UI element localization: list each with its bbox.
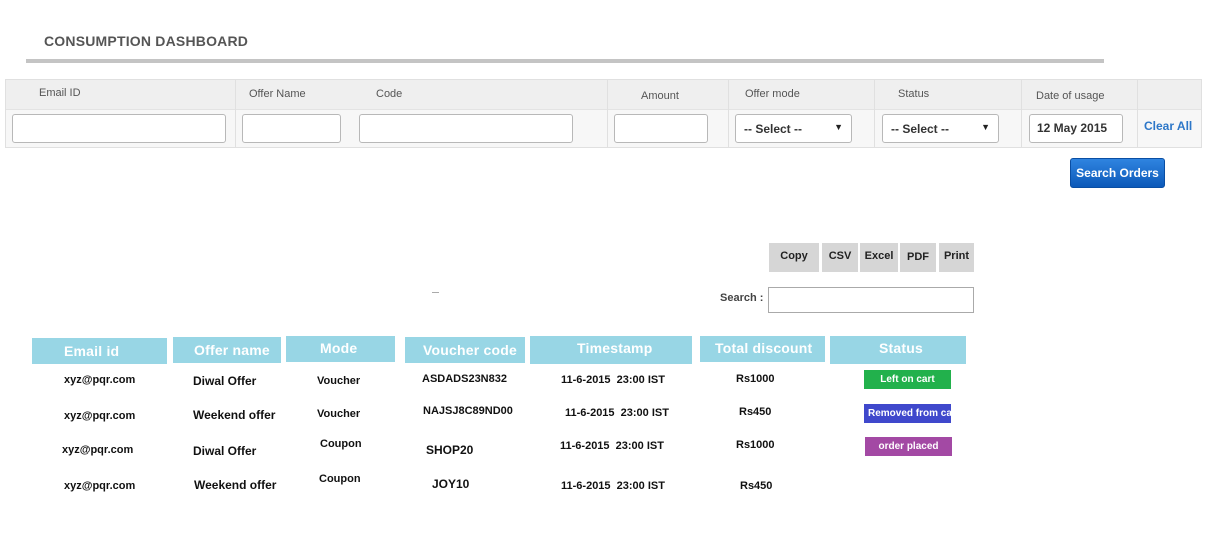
header-total-discount[interactable]: Total discount [700, 336, 825, 362]
status-label: Status [898, 88, 930, 100]
table-search-label: Search : [720, 292, 764, 304]
cell-timestamp: 11-6-2015 23:00 IST [561, 374, 665, 386]
cell-email: xyz@pqr.com [62, 444, 134, 456]
cell-discount: Rs1000 [736, 373, 775, 385]
filter-status-cell: Status -- Select -- ▼ [874, 79, 1022, 148]
offer-name-input[interactable] [242, 114, 341, 143]
divider-mark [432, 292, 439, 293]
table-search-input[interactable] [768, 287, 974, 313]
status-badge: order placed [865, 437, 952, 456]
email-label: Email ID [39, 87, 81, 99]
title-divider [26, 59, 1104, 63]
email-input[interactable] [12, 114, 226, 143]
amount-input[interactable] [614, 114, 708, 143]
date-input[interactable]: 12 May 2015 [1029, 114, 1123, 143]
filter-panel: Email ID Offer Name Code Amount Offer mo… [5, 79, 1202, 148]
chevron-down-icon: ▼ [834, 122, 843, 132]
cell-discount: Rs450 [739, 406, 772, 418]
cell-email: xyz@pqr.com [64, 410, 136, 422]
excel-button[interactable]: Excel [860, 243, 898, 272]
filter-email-cell: Email ID [5, 79, 236, 148]
code-label: Code [376, 88, 403, 100]
copy-button[interactable]: Copy [769, 243, 819, 272]
status-selected: -- Select -- [891, 122, 950, 136]
cell-discount: Rs1000 [736, 439, 775, 451]
filter-clear-cell [1137, 79, 1202, 148]
cell-mode: Coupon [320, 438, 362, 450]
cell-offer: Diwal Offer [193, 374, 257, 388]
cell-code: JOY10 [432, 477, 470, 491]
filter-amount-cell: Amount [607, 79, 729, 148]
amount-label: Amount [641, 90, 679, 102]
chevron-down-icon: ▼ [981, 122, 990, 132]
cell-discount: Rs450 [740, 480, 773, 492]
filter-date-cell: Date of usage 12 May 2015 [1021, 79, 1138, 148]
pdf-button[interactable]: PDF [900, 243, 936, 272]
cell-mode: Voucher [317, 408, 361, 420]
search-orders-button[interactable]: Search Orders [1070, 158, 1165, 188]
offer-mode-select[interactable]: -- Select -- ▼ [735, 114, 852, 143]
header-voucher-code[interactable]: Voucher code [405, 337, 525, 363]
header-mode[interactable]: Mode [286, 336, 395, 362]
cell-email: xyz@pqr.com [64, 374, 136, 386]
status-badge: Removed from cart [864, 404, 951, 423]
cell-mode: Voucher [317, 375, 361, 387]
offer-mode-label: Offer mode [745, 88, 800, 100]
header-timestamp[interactable]: Timestamp [530, 336, 692, 364]
date-label: Date of usage [1036, 90, 1105, 102]
csv-button[interactable]: CSV [822, 243, 858, 272]
offer-mode-selected: -- Select -- [744, 122, 803, 136]
filter-offer-mode-cell: Offer mode -- Select -- ▼ [728, 79, 875, 148]
page-title: CONSUMPTION DASHBOARD [44, 33, 249, 49]
cell-offer: Weekend offer [193, 408, 276, 422]
cell-offer: Diwal Offer [193, 444, 257, 458]
header-email[interactable]: Email id [32, 338, 167, 364]
cell-timestamp: 11-6-2015 23:00 IST [560, 440, 664, 452]
print-button[interactable]: Print [939, 243, 974, 272]
offer-name-label: Offer Name [249, 88, 306, 100]
cell-code: NAJSJ8C89ND00 [423, 405, 513, 417]
clear-all-link[interactable]: Clear All [1144, 119, 1192, 133]
status-select[interactable]: -- Select -- ▼ [882, 114, 999, 143]
cell-code: SHOP20 [426, 443, 474, 457]
cell-code: ASDADS23N832 [422, 373, 507, 385]
cell-timestamp: 11-6-2015 23:00 IST [561, 480, 665, 492]
cell-timestamp: 11-6-2015 23:00 IST [565, 407, 669, 419]
cell-email: xyz@pqr.com [64, 480, 136, 492]
header-status[interactable]: Status [830, 336, 966, 364]
cell-offer: Weekend offer [194, 478, 277, 492]
cell-mode: Coupon [319, 473, 361, 485]
code-input[interactable] [359, 114, 573, 143]
status-badge: Left on cart [864, 370, 951, 389]
header-offer-name[interactable]: Offer name [173, 337, 281, 363]
filter-offer-cell: Offer Name Code [235, 79, 608, 148]
